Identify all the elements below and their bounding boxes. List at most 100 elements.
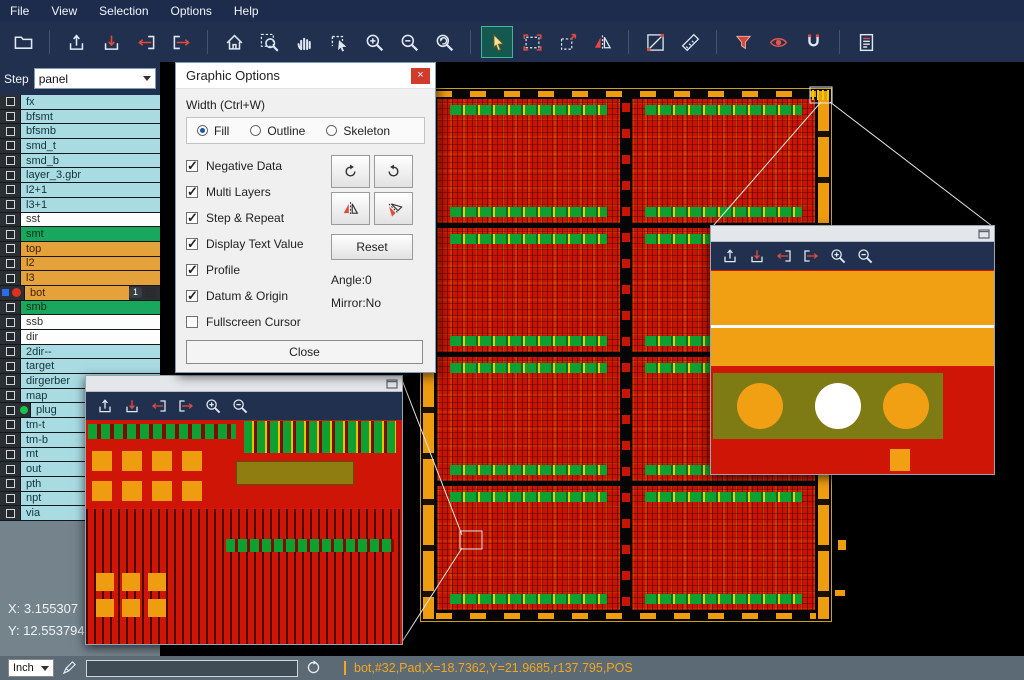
menu-selection[interactable]: Selection bbox=[99, 4, 148, 18]
checkbox-step-repeat[interactable]: Step & Repeat bbox=[186, 205, 331, 231]
import-down-button[interactable] bbox=[122, 396, 142, 416]
transform-button[interactable] bbox=[552, 27, 582, 57]
export-left-button[interactable] bbox=[131, 27, 161, 57]
zoom-region-button[interactable] bbox=[254, 27, 284, 57]
layer-row[interactable]: l2 bbox=[0, 257, 160, 272]
layer-checkbox[interactable] bbox=[6, 259, 15, 268]
menu-file[interactable]: File bbox=[10, 4, 29, 18]
layer-row[interactable]: bfsmb bbox=[0, 124, 160, 139]
zoom-in-button[interactable] bbox=[828, 246, 848, 266]
menu-options[interactable]: Options bbox=[171, 4, 212, 18]
menu-view[interactable]: View bbox=[51, 4, 77, 18]
zoom-out-button[interactable] bbox=[394, 27, 424, 57]
layer-row[interactable]: target bbox=[0, 359, 160, 374]
layer-checkbox[interactable] bbox=[6, 420, 15, 429]
refresh-icon[interactable] bbox=[306, 660, 322, 676]
window-restore-icon[interactable] bbox=[978, 229, 990, 239]
filter-button[interactable] bbox=[728, 27, 758, 57]
layer-row[interactable]: top bbox=[0, 242, 160, 257]
layer-row[interactable]: fx bbox=[0, 95, 160, 110]
export-left-button[interactable] bbox=[149, 396, 169, 416]
rotate-cw-button[interactable] bbox=[331, 155, 370, 188]
import-up-button[interactable] bbox=[720, 246, 740, 266]
layer-checkbox[interactable] bbox=[6, 127, 15, 136]
layer-checkbox[interactable] bbox=[6, 171, 15, 180]
unit-select[interactable]: Inch bbox=[8, 659, 54, 677]
menu-help[interactable]: Help bbox=[234, 4, 259, 18]
open-folder-button[interactable] bbox=[8, 27, 38, 57]
pointer-tool-button[interactable] bbox=[482, 27, 512, 57]
layer-row[interactable]: smd_t bbox=[0, 139, 160, 154]
magnifier-pcb-view[interactable] bbox=[711, 271, 994, 474]
layer-row[interactable]: l2+1 bbox=[0, 183, 160, 198]
magnifier-titlebar[interactable] bbox=[86, 376, 402, 392]
layer-checkbox[interactable] bbox=[6, 347, 15, 356]
layer-checkbox[interactable] bbox=[6, 406, 15, 415]
radio-outline[interactable]: Outline bbox=[250, 124, 305, 138]
export-right-button[interactable] bbox=[176, 396, 196, 416]
mirror-horizontal-button[interactable] bbox=[331, 192, 370, 225]
layer-row[interactable]: smt bbox=[0, 227, 160, 242]
report-button[interactable] bbox=[851, 27, 881, 57]
layer-checkbox[interactable] bbox=[6, 112, 15, 121]
layer-row[interactable]: l3 bbox=[0, 271, 160, 286]
layer-checkbox[interactable] bbox=[6, 274, 15, 283]
ruler-button[interactable] bbox=[675, 27, 705, 57]
layer-grid-icon[interactable] bbox=[145, 287, 156, 298]
checkbox-profile[interactable]: Profile bbox=[186, 257, 331, 283]
layer-checkbox[interactable] bbox=[6, 435, 15, 444]
import-down-button[interactable] bbox=[747, 246, 767, 266]
zoom-previous-button[interactable] bbox=[429, 27, 459, 57]
layer-checkbox[interactable] bbox=[6, 479, 15, 488]
layer-checkbox[interactable] bbox=[6, 391, 15, 400]
export-left-button[interactable] bbox=[774, 246, 794, 266]
highlight-eye-button[interactable] bbox=[763, 27, 793, 57]
home-button[interactable] bbox=[219, 27, 249, 57]
layer-checkbox[interactable] bbox=[6, 141, 15, 150]
radio-skeleton[interactable]: Skeleton bbox=[326, 124, 390, 138]
layer-checkbox[interactable] bbox=[6, 215, 15, 224]
checkbox-negative-data[interactable]: Negative Data bbox=[186, 153, 331, 179]
step-select[interactable]: panel bbox=[34, 68, 156, 89]
import-up-button[interactable] bbox=[95, 396, 115, 416]
export-right-button[interactable] bbox=[801, 246, 821, 266]
lasso-select-button[interactable] bbox=[324, 27, 354, 57]
layer-checkbox[interactable] bbox=[6, 230, 15, 239]
import-down-button[interactable] bbox=[96, 27, 126, 57]
pan-hand-button[interactable] bbox=[289, 27, 319, 57]
layer-row[interactable]: 2dir-- bbox=[0, 345, 160, 360]
command-input[interactable] bbox=[86, 660, 298, 677]
diagonal-measure-button[interactable] bbox=[640, 27, 670, 57]
layer-checkbox[interactable] bbox=[6, 376, 15, 385]
zoom-in-button[interactable] bbox=[359, 27, 389, 57]
layer-row[interactable]: bfsmt bbox=[0, 110, 160, 125]
layer-checkbox[interactable] bbox=[6, 494, 15, 503]
magnifier-pcb-view[interactable] bbox=[86, 421, 402, 644]
reset-button[interactable]: Reset bbox=[331, 234, 413, 260]
layer-checkbox[interactable] bbox=[6, 450, 15, 459]
layer-row[interactable]: dir bbox=[0, 330, 160, 345]
layer-checkbox[interactable] bbox=[6, 156, 15, 165]
checkbox-multi-layers[interactable]: Multi Layers bbox=[186, 179, 331, 205]
layer-checkbox[interactable] bbox=[6, 362, 15, 371]
radio-fill[interactable]: Fill bbox=[197, 124, 229, 138]
zoom-out-button[interactable] bbox=[855, 246, 875, 266]
layer-checkbox[interactable] bbox=[6, 303, 15, 312]
checkbox-datum-origin[interactable]: Datum & Origin bbox=[186, 283, 331, 309]
layer-row[interactable]: smd_b bbox=[0, 154, 160, 169]
import-up-button[interactable] bbox=[61, 27, 91, 57]
layer-row[interactable]: l3+1 bbox=[0, 198, 160, 213]
zoom-out-button[interactable] bbox=[230, 396, 250, 416]
layer-row[interactable]: layer_3.gbr bbox=[0, 168, 160, 183]
layer-checkbox[interactable] bbox=[6, 509, 15, 518]
checkbox-display-text-value[interactable]: Display Text Value bbox=[186, 231, 331, 257]
layer-row[interactable]: smb bbox=[0, 301, 160, 316]
layer-checkbox[interactable] bbox=[6, 244, 15, 253]
close-icon[interactable]: × bbox=[411, 68, 430, 84]
annotate-pencil-icon[interactable] bbox=[62, 660, 78, 676]
magnet-button[interactable] bbox=[798, 27, 828, 57]
export-right-button[interactable] bbox=[166, 27, 196, 57]
zoom-in-button[interactable] bbox=[203, 396, 223, 416]
layer-checkbox[interactable] bbox=[6, 185, 15, 194]
checkbox-fullscreen-cursor[interactable]: Fullscreen Cursor bbox=[186, 309, 331, 335]
